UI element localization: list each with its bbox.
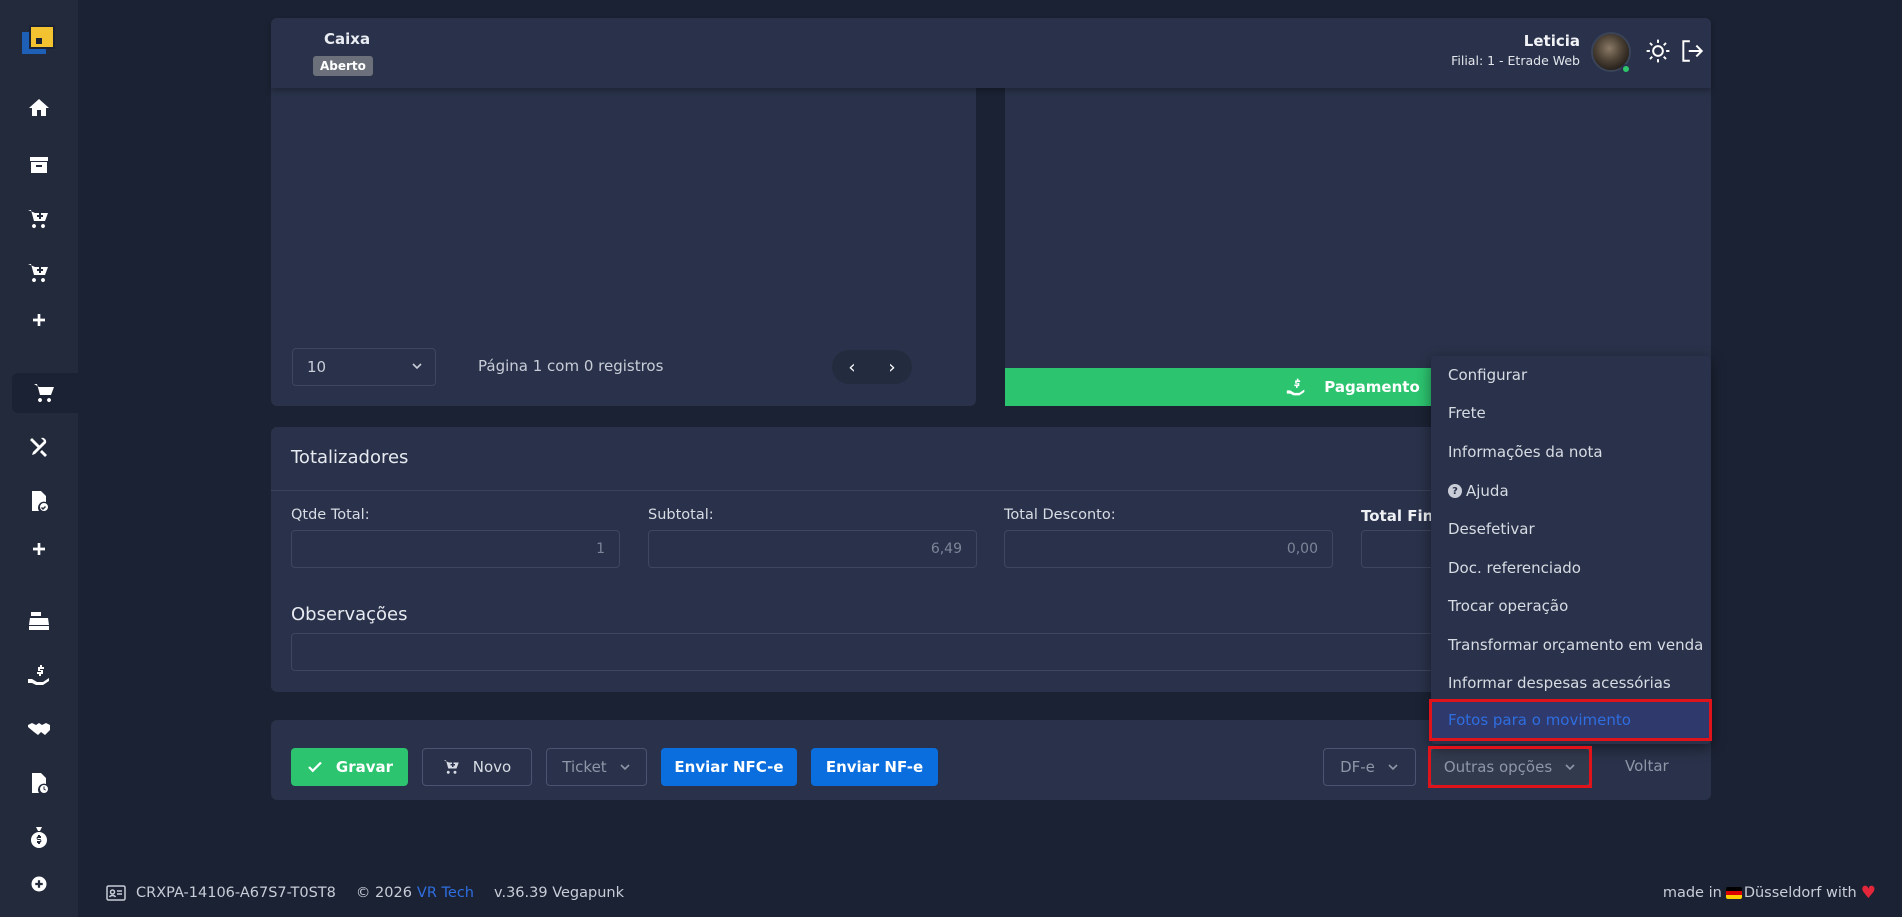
page-size-value: 10 <box>307 358 327 376</box>
logo-icon[interactable] <box>20 24 58 56</box>
chevron-down-icon <box>1388 764 1398 771</box>
outras-opcoes-dropdown[interactable]: Outras opções <box>1430 748 1590 786</box>
total-desconto-label: Total Desconto: <box>1004 507 1116 523</box>
sun-icon[interactable] <box>1645 38 1671 64</box>
document-clock-icon[interactable] <box>14 763 64 803</box>
brand-link[interactable]: VR Tech <box>417 885 474 901</box>
version: v.36.39 Vegapunk <box>494 885 624 901</box>
pagination: ‹ › <box>832 350 912 384</box>
tools-icon[interactable] <box>14 427 64 467</box>
plus-circle-icon[interactable] <box>14 864 64 904</box>
payment-button-label: Pagamento <box>1324 378 1420 396</box>
archive-icon[interactable] <box>14 145 64 185</box>
heart-icon: ♥ <box>1860 883 1876 903</box>
user-branch: Filial: 1 - Etrade Web <box>1451 53 1580 68</box>
cart-icon[interactable] <box>12 373 78 413</box>
dfe-dropdown[interactable]: DF-e <box>1323 748 1416 786</box>
menu-item-fotos-movimento[interactable]: Fotos para o movimento <box>1431 701 1711 739</box>
page-size-select[interactable]: 10 <box>292 348 436 386</box>
hand-dollar-icon[interactable] <box>14 655 64 695</box>
sidebar <box>0 0 78 917</box>
germany-flag-icon <box>1725 887 1742 899</box>
subtotal-label: Subtotal: <box>648 507 714 523</box>
made-in-label: made in <box>1662 885 1722 901</box>
money-bag-icon[interactable] <box>14 817 64 857</box>
device-id: CRXPA-14106-A67S7-T0ST8 <box>136 885 336 901</box>
next-page-button[interactable]: › <box>872 350 912 384</box>
total-desconto-field[interactable]: 0,00 <box>1004 530 1333 568</box>
caixa-label: Caixa <box>324 30 371 48</box>
menu-item-ajuda-label: Ajuda <box>1466 482 1509 500</box>
qtde-total-field[interactable]: 1 <box>291 530 620 568</box>
menu-item-trocar-operacao[interactable]: Trocar operação <box>1431 587 1711 625</box>
cash-register-icon[interactable] <box>14 601 64 641</box>
ticket-dropdown[interactable]: Ticket <box>546 748 647 786</box>
menu-item-transformar-orcamento[interactable]: Transformar orçamento em venda <box>1431 626 1711 664</box>
plus-icon[interactable] <box>14 529 64 569</box>
prev-page-button[interactable]: ‹ <box>832 350 872 384</box>
user-name: Leticia <box>1523 32 1580 50</box>
page-info: Página 1 com 0 registros <box>478 357 664 375</box>
totals-title: Totalizadores <box>291 447 409 468</box>
ticket-label: Ticket <box>562 758 607 776</box>
qtde-total-label: Qtde Total: <box>291 507 370 523</box>
outras-opcoes-label: Outras opções <box>1443 758 1553 776</box>
voltar-button[interactable]: Voltar <box>1625 757 1669 775</box>
novo-label: Novo <box>472 758 512 776</box>
menu-item-configurar[interactable]: Configurar <box>1431 356 1711 394</box>
menu-item-frete[interactable]: Frete <box>1431 394 1711 432</box>
copyright: © 2026 <box>355 885 412 901</box>
footer-right: made in Düsseldorf with ♥ <box>1663 883 1876 903</box>
menu-item-desefetivar[interactable]: Desefetivar <box>1431 510 1711 548</box>
footer-left: CRXPA-14106-A67S7-T0ST8 © 2026 VR Tech v… <box>106 885 644 901</box>
gravar-label: Gravar <box>335 758 394 776</box>
menu-item-ajuda[interactable]: ? Ajuda <box>1431 472 1711 510</box>
online-status-icon <box>1621 64 1631 74</box>
caixa-status-badge: Aberto <box>313 56 373 76</box>
enviar-nfce-button[interactable]: Enviar NFC-e <box>661 748 797 786</box>
hand-dollar-icon <box>1287 378 1305 396</box>
home-icon[interactable] <box>14 88 64 128</box>
novo-button[interactable]: Novo <box>422 748 532 786</box>
made-in-city: Düsseldorf with <box>1743 885 1857 901</box>
subtotal-field[interactable]: 6,49 <box>648 530 977 568</box>
id-card-icon <box>106 885 126 901</box>
chevron-down-icon <box>620 764 630 771</box>
dfe-label: DF-e <box>1340 758 1375 776</box>
menu-item-informacoes-nota[interactable]: Informações da nota <box>1431 433 1711 471</box>
document-check-icon[interactable] <box>14 481 64 521</box>
observacoes-title: Observações <box>291 604 408 625</box>
handshake-icon[interactable] <box>14 709 64 749</box>
plus-icon[interactable] <box>14 300 64 340</box>
help-icon: ? <box>1448 484 1462 498</box>
menu-item-doc-referenciado[interactable]: Doc. referenciado <box>1431 549 1711 587</box>
outras-opcoes-menu: Configurar Frete Informações da nota ? A… <box>1431 356 1711 744</box>
cart-plus-icon[interactable] <box>14 253 64 293</box>
menu-item-despesas-acessorias[interactable]: Informar despesas acessórias <box>1431 664 1711 702</box>
logout-icon[interactable] <box>1679 38 1705 64</box>
chevron-down-icon <box>412 363 422 370</box>
chevron-down-icon <box>1565 764 1575 771</box>
gravar-button[interactable]: Gravar <box>291 748 408 786</box>
check-icon <box>308 761 322 773</box>
cart-plus-icon[interactable] <box>14 199 64 239</box>
top-header: Caixa Aberto Leticia Filial: 1 - Etrade … <box>271 18 1711 88</box>
cart-plus-icon <box>443 760 459 774</box>
enviar-nfe-button[interactable]: Enviar NF-e <box>811 748 938 786</box>
